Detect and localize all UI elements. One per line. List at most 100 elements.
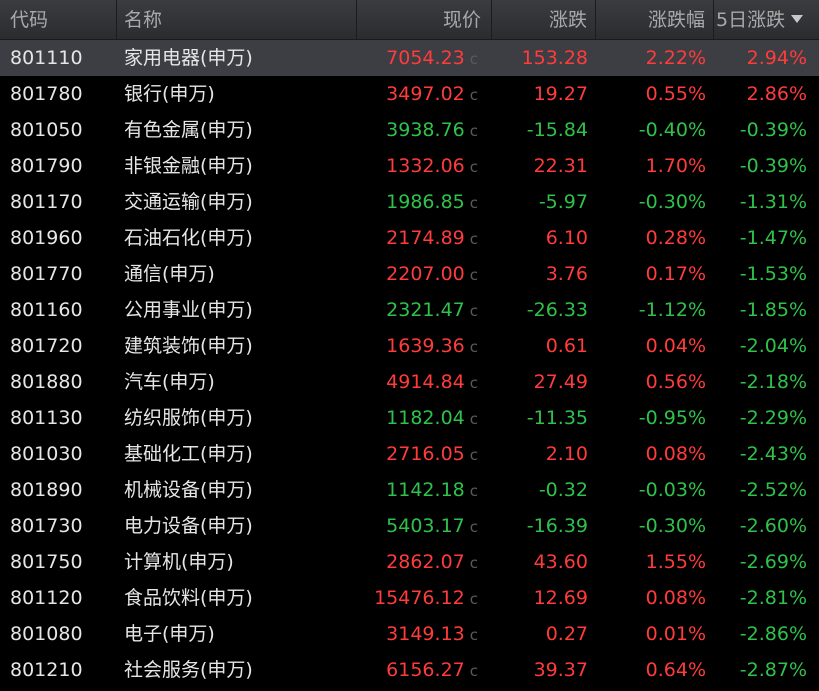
table-row[interactable]: 801890 机械设备(申万) 1142.18 c -0.32 -0.03% -2.52% [0,472,819,508]
cell-5day-change: -2.29% [739,407,807,429]
table-row[interactable]: 801720 建筑装饰(申万) 1639.36 c 0.61 0.04% -2.04% [0,328,819,364]
cell-change-pct: 0.55% [645,83,706,105]
cell-change-pct: -0.95% [638,407,706,429]
cell-code: 801120 [10,587,83,609]
cell-5day-change: -1.53% [739,263,807,285]
price-c-marker: c [469,338,478,356]
price-c-marker: c [469,482,478,500]
header-code[interactable]: 代码 [0,0,117,40]
price-value: 1182.04 [386,407,465,429]
table-row[interactable]: 801770 通信(申万) 2207.00 c 3.76 0.17% -1.53% [0,256,819,292]
table-row[interactable]: 801880 汽车(申万) 4914.84 c 27.49 0.56% -2.18% [0,364,819,400]
price-value: 15476.12 [374,587,465,609]
cell-5day-change: -2.86% [739,623,807,645]
price-value: 1142.18 [386,479,465,501]
cell-price: 3497.02 c [357,76,492,112]
cell-name: 家用电器(申万) [124,47,253,69]
cell-5day-change: -2.04% [739,335,807,357]
header-5day-change[interactable]: 5日涨跌 [714,0,819,40]
cell-change: 39.37 [533,659,588,681]
cell-code: 801960 [10,227,83,249]
cell-change-pct: 2.22% [645,47,706,69]
table-row[interactable]: 801730 电力设备(申万) 5403.17 c -16.39 -0.30% -2.60% [0,508,819,544]
table-row[interactable]: 801160 公用事业(申万) 2321.47 c -26.33 -1.12% -1.85% [0,292,819,328]
table-row[interactable]: 801960 石油石化(申万) 2174.89 c 6.10 0.28% -1.47% [0,220,819,256]
cell-name: 银行(申万) [124,83,215,105]
cell-change: 12.69 [533,587,588,609]
table-header: 代码 名称 现价 涨跌 涨跌幅 5日涨跌 [0,0,819,40]
cell-code: 801170 [10,191,83,213]
cell-5day-change: -1.85% [739,299,807,321]
cell-name: 石油石化(申万) [124,227,253,249]
cell-name: 纺织服饰(申万) [124,407,253,429]
table-row[interactable]: 801780 银行(申万) 3497.02 c 19.27 0.55% 2.86% [0,76,819,112]
cell-code: 801790 [10,155,83,177]
table-row[interactable]: 801110 家用电器(申万) 7054.23 c 153.28 2.22% 2.94% [0,40,819,76]
cell-price: 6156.27 c [357,652,492,688]
price-value: 3938.76 [386,119,465,141]
price-c-marker: c [469,230,478,248]
cell-price: 2716.05 c [357,436,492,472]
cell-price: 2862.07 c [357,544,492,580]
cell-change: 0.27 [545,623,588,645]
price-value: 1639.36 [386,335,465,357]
cell-price: 3149.13 c [357,616,492,652]
cell-name: 食品饮料(申万) [124,587,253,609]
cell-code: 801130 [10,407,83,429]
cell-5day-change: -0.39% [739,119,807,141]
price-c-marker: c [469,662,478,680]
cell-change-pct: -0.40% [638,119,706,141]
cell-5day-change: -2.60% [739,515,807,537]
cell-name: 公用事业(申万) [124,299,253,321]
table-row[interactable]: 801210 社会服务(申万) 6156.27 c 39.37 0.64% -2.87% [0,652,819,688]
sort-desc-icon[interactable] [791,15,804,23]
header-change[interactable]: 涨跌 [492,0,596,40]
cell-change: -15.84 [526,119,588,141]
cell-code: 801050 [10,119,83,141]
cell-change-pct: -0.30% [638,515,706,537]
cell-5day-change: -0.39% [739,155,807,177]
cell-change: 6.10 [545,227,588,249]
price-c-marker: c [469,518,478,536]
cell-code: 801110 [10,47,83,69]
table-row[interactable]: 801130 纺织服饰(申万) 1182.04 c -11.35 -0.95% -2.29% [0,400,819,436]
price-c-marker: c [469,446,478,464]
price-value: 1986.85 [386,191,465,213]
cell-name: 电子(申万) [124,623,215,645]
table-row[interactable]: 801050 有色金属(申万) 3938.76 c -15.84 -0.40% -0.39% [0,112,819,148]
price-value: 2174.89 [386,227,465,249]
table-row[interactable]: 801080 电子(申万) 3149.13 c 0.27 0.01% -2.86% [0,616,819,652]
header-price[interactable]: 现价 [357,0,492,40]
cell-name: 非银金融(申万) [124,155,253,177]
cell-price: 1142.18 c [357,472,492,508]
price-c-marker: c [469,158,478,176]
cell-change: 22.31 [533,155,588,177]
cell-price: 5403.17 c [357,508,492,544]
price-c-marker: c [469,122,478,140]
price-c-marker: c [469,590,478,608]
table-row[interactable]: 801120 食品饮料(申万) 15476.12 c 12.69 0.08% -2.81% [0,580,819,616]
header-name[interactable]: 名称 [117,0,357,40]
cell-change: -5.97 [538,191,588,213]
price-value: 3497.02 [386,83,465,105]
cell-change-pct: 0.28% [645,227,706,249]
price-value: 7054.23 [386,47,465,69]
cell-price: 3938.76 c [357,112,492,148]
header-change-pct[interactable]: 涨跌幅 [596,0,714,40]
cell-code: 801210 [10,659,83,681]
table-row[interactable]: 801030 基础化工(申万) 2716.05 c 2.10 0.08% -2.43% [0,436,819,472]
cell-5day-change: -2.69% [739,551,807,573]
table-row[interactable]: 801790 非银金融(申万) 1332.06 c 22.31 1.70% -0.39% [0,148,819,184]
cell-code: 801880 [10,371,83,393]
cell-change-pct: 0.56% [645,371,706,393]
cell-5day-change: 2.94% [746,47,807,69]
cell-name: 建筑装饰(申万) [124,335,253,357]
cell-name: 交通运输(申万) [124,191,253,213]
cell-change: -16.39 [526,515,588,537]
cell-change-pct: 0.04% [645,335,706,357]
cell-5day-change: -2.43% [739,443,807,465]
cell-change: -26.33 [526,299,588,321]
table-row[interactable]: 801750 计算机(申万) 2862.07 c 43.60 1.55% -2.69% [0,544,819,580]
table-row[interactable]: 801170 交通运输(申万) 1986.85 c -5.97 -0.30% -1.31% [0,184,819,220]
cell-price: 2321.47 c [357,292,492,328]
